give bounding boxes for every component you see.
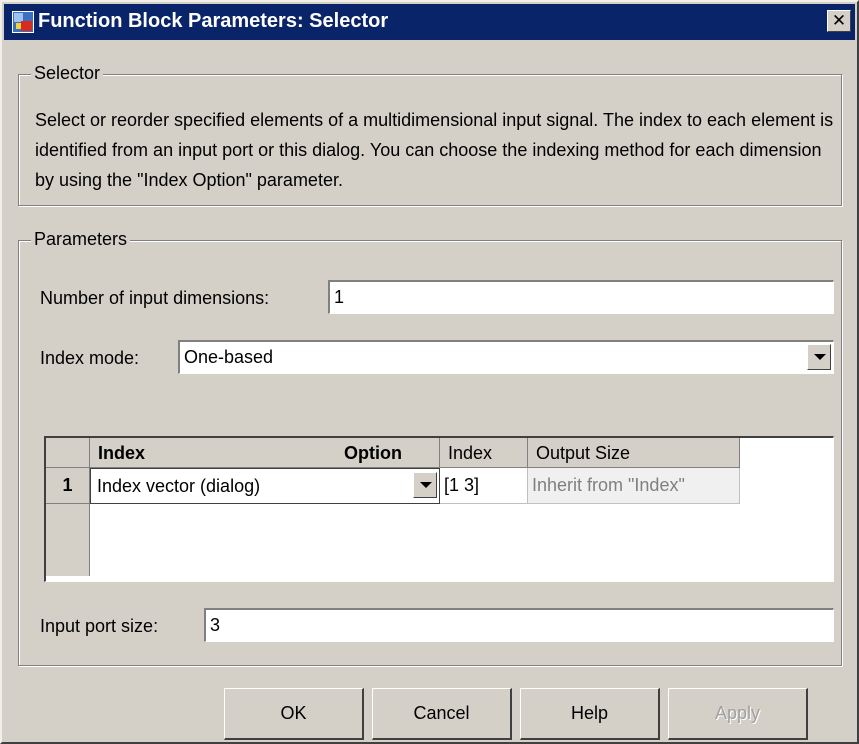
row-number: 1 [62, 475, 73, 495]
table-header-index: Index [440, 438, 528, 468]
output-size-value: Inherit from "Index" [532, 475, 685, 495]
cell-output-size: Inherit from "Index" [528, 468, 740, 504]
block-description: Select or reorder specified elements of … [35, 110, 834, 190]
row-header-empty [46, 504, 90, 576]
cell-index-option[interactable]: Index vector (dialog) [90, 468, 440, 504]
row-header-1: 1 [46, 468, 90, 504]
ok-button[interactable]: OK [224, 688, 364, 740]
dialog-window: Function Block Parameters: Selector ✕ Se… [0, 0, 859, 744]
num-dims-input[interactable]: 1 [328, 280, 834, 314]
simulink-block-icon [12, 11, 34, 33]
cell-index[interactable]: [1 3] [440, 468, 528, 504]
selector-group-legend: Selector [31, 63, 104, 84]
index-mode-label: Index mode: [40, 348, 140, 368]
header-output-size-text: Output Size [536, 443, 631, 463]
cancel-button[interactable]: Cancel [372, 688, 512, 740]
chevron-down-icon[interactable] [807, 344, 831, 370]
help-button[interactable]: Help [520, 688, 660, 740]
input-port-size-input[interactable]: 3 [204, 608, 834, 642]
parameters-group-legend: Parameters [31, 229, 131, 250]
index-mode-select[interactable]: One-based [178, 340, 834, 374]
apply-button[interactable]: Apply [668, 688, 808, 740]
num-dims-label: Number of input dimensions: [40, 288, 270, 308]
header-index-text: Index [98, 443, 146, 463]
index-value: [1 3] [444, 475, 480, 495]
table-header-output-size: Output Size [528, 438, 740, 468]
table-corner [46, 438, 90, 468]
window-title: Function Block Parameters: Selector [38, 10, 389, 32]
header-option-text: Option [344, 443, 402, 463]
index-option-value: Index vector (dialog) [97, 476, 261, 496]
close-icon: ✕ [831, 11, 847, 30]
input-port-size-label: Input port size: [40, 616, 159, 636]
header-index-col-text: Index [448, 443, 493, 463]
index-mode-value: One-based [184, 347, 274, 367]
title-bar[interactable]: Function Block Parameters: Selector ✕ [4, 4, 855, 40]
table-header-index-option: Index Option [90, 438, 440, 468]
selector-groupbox: Selector Select or reorder specified ele… [18, 63, 842, 206]
chevron-down-icon[interactable] [413, 472, 437, 498]
close-button[interactable]: ✕ [827, 10, 851, 32]
index-table[interactable]: Index Option Index Output Size 1 Index v… [44, 436, 834, 582]
